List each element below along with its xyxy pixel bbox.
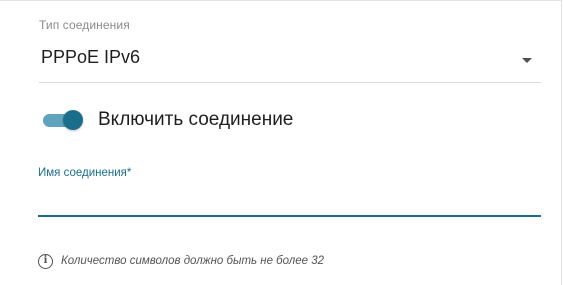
connection-type-label: Тип соединения: [39, 18, 130, 32]
hint-row: i Количество символов должно быть не бол…: [38, 251, 324, 271]
info-icon: i: [38, 253, 53, 269]
enable-connection-label[interactable]: Включить соединение: [98, 109, 293, 131]
connection-type-underline: [39, 82, 541, 83]
connection-settings-card: Тип соединения PPPoE IPv6 Включить соеди…: [0, 0, 562, 285]
connection-name-input[interactable]: [38, 187, 541, 217]
enable-connection-toggle[interactable]: [43, 110, 83, 130]
toggle-thumb[interactable]: [63, 110, 83, 130]
caret-down-icon[interactable]: [522, 58, 532, 63]
hint-text: Количество символов должно быть не более…: [61, 255, 325, 267]
connection-name-label: Имя соединения*: [38, 167, 132, 179]
connection-type-value[interactable]: PPPoE IPv6: [41, 47, 140, 68]
